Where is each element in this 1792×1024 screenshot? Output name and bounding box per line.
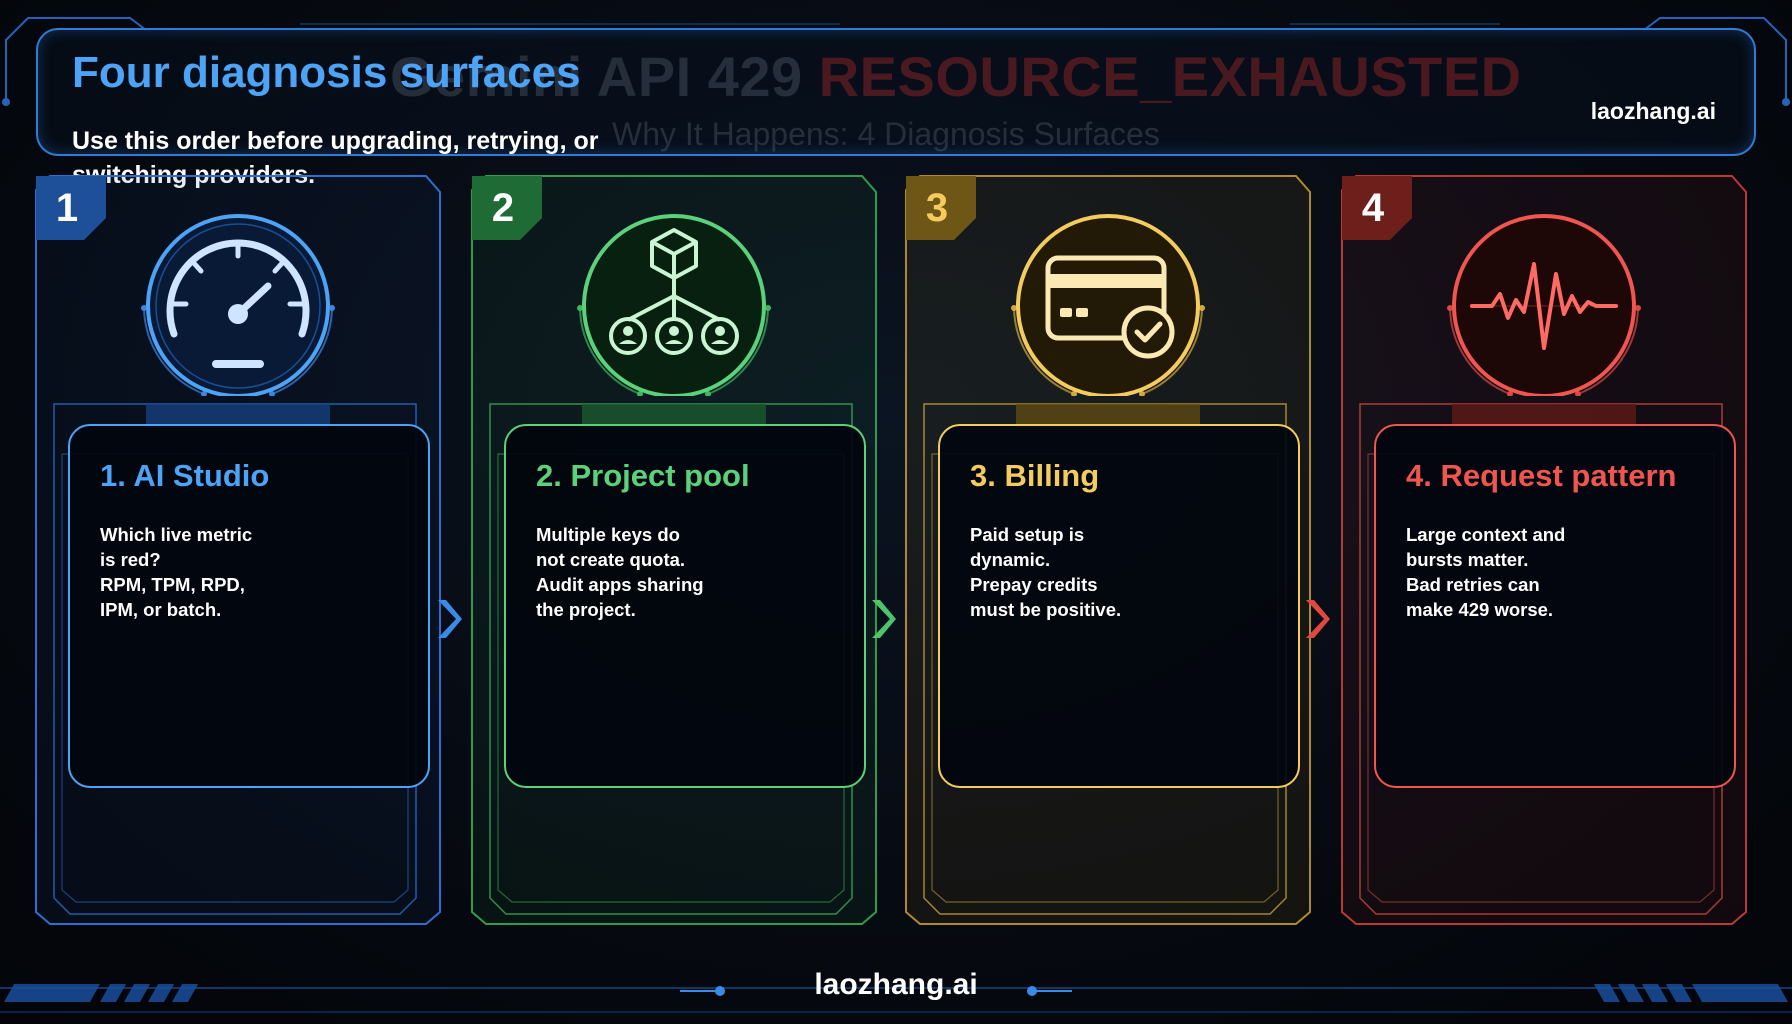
panel-body-line: Large context and — [1406, 524, 1566, 545]
panel-body-line: RPM, TPM, RPD, — [100, 574, 245, 595]
panel-billing: 3 3. Billing Paid setup is dynamic. Prep… — [904, 174, 1312, 926]
panel-card: 4. Request pattern Large context and bur… — [1374, 424, 1736, 788]
panel-body-line: dynamic. — [970, 549, 1051, 570]
panel-body: Paid setup is dynamic. Prepay credits mu… — [970, 522, 1140, 622]
panel-number-badge: 2 — [491, 186, 515, 230]
ghost-subtitle: Why It Happens: 4 Diagnosis Surfaces — [612, 116, 1160, 152]
ghost-title-suffix: RESOURCE_EXHAUSTED — [818, 45, 1522, 108]
chevron-right-icon — [438, 600, 462, 638]
panel-body-line: is red? — [100, 549, 161, 570]
brand-label-footer: laozhang.ai — [814, 968, 978, 1001]
panel-ai-studio: 1 1. AI Studio Which live metric is red?… — [34, 174, 442, 926]
panel-body-line: the project. — [536, 599, 636, 620]
panel-body-line: Which live metric — [100, 524, 253, 545]
project-network-icon — [564, 196, 784, 398]
credit-card-check-icon — [998, 196, 1218, 398]
panel-body-line: not create quota. — [536, 549, 686, 570]
panel-body: Multiple keys do not create quota. Audit… — [536, 522, 706, 622]
panel-card: 3. Billing Paid setup is dynamic. Prepay… — [938, 424, 1300, 788]
pulse-wave-icon — [1434, 196, 1654, 398]
panel-body-line: Paid setup is — [970, 524, 1085, 545]
panel-project-pool: 2 2. Project pool Multiple keys do not c… — [470, 174, 878, 926]
panel-card: 1. AI Studio Which live metric is red? R… — [68, 424, 430, 788]
brand-label-top: laozhang.ai — [1590, 98, 1716, 124]
panel-body-line: bursts matter. — [1406, 549, 1529, 570]
panel-title: 3. Billing — [970, 458, 1100, 493]
panel-number-badge: 3 — [925, 186, 949, 230]
panel-title: 2. Project pool — [536, 458, 750, 493]
panel-body-line: Audit apps sharing — [536, 574, 704, 595]
panel-body-line: Multiple keys do — [536, 524, 680, 545]
panel-request-pattern: 4 4. Request pattern Large context and b… — [1340, 174, 1748, 926]
panel-number-badge: 1 — [55, 186, 79, 230]
page-title: Four diagnosis surfaces — [72, 48, 581, 97]
panel-body-line: Prepay credits — [970, 574, 1098, 595]
panel-title: 1. AI Studio — [100, 458, 270, 493]
panel-body-line: Bad retries can — [1406, 574, 1540, 595]
chevron-right-icon — [872, 600, 896, 638]
panel-body-line: IPM, or batch. — [100, 599, 222, 620]
panel-title: 4. Request pattern — [1406, 458, 1677, 493]
speedometer-icon — [128, 196, 348, 398]
panel-body-line: must be positive. — [970, 599, 1122, 620]
panel-number-badge: 4 — [1361, 186, 1385, 230]
panel-card: 2. Project pool Multiple keys do not cre… — [504, 424, 866, 788]
panel-body: Which live metric is red? RPM, TPM, RPD,… — [100, 522, 270, 622]
panel-body: Large context and bursts matter. Bad ret… — [1406, 522, 1576, 622]
panel-body-line: make 429 worse. — [1406, 599, 1554, 620]
chevron-right-icon — [1306, 600, 1330, 638]
diagram-canvas: Gemini API 429 RESOURCE_EXHAUSTED Why It… — [0, 0, 1792, 1024]
